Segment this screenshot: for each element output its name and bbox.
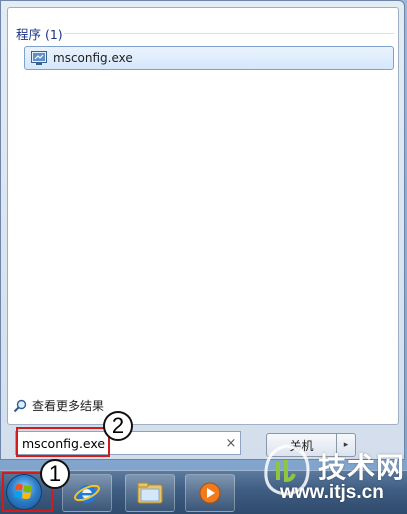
media-player-icon — [199, 482, 221, 504]
taskbar-internet-explorer[interactable] — [62, 474, 112, 512]
shutdown-button[interactable]: 关机 — [266, 433, 337, 457]
result-item-label: msconfig.exe — [53, 51, 133, 65]
search-highlight-box — [16, 427, 110, 457]
see-more-results-link[interactable]: 查看更多结果 — [13, 397, 104, 414]
taskbar-media-player[interactable] — [185, 474, 235, 512]
programs-section-header: 程序 (1) — [16, 27, 63, 42]
see-more-label: 查看更多结果 — [32, 399, 105, 413]
clear-search-icon[interactable]: × — [222, 436, 240, 451]
step-2-callout: 2 — [103, 411, 133, 441]
section-divider — [64, 33, 394, 34]
magnifier-icon — [13, 399, 27, 412]
step-1-callout: 1 — [40, 459, 70, 489]
screen: 程序 (1) msconfig.exe 查看更多结果 msconfig.exe — [0, 0, 407, 514]
ie-icon — [74, 484, 100, 503]
taskbar-windows-explorer[interactable] — [125, 474, 175, 512]
start-menu: 程序 (1) msconfig.exe 查看更多结果 msconfig.exe — [0, 0, 405, 460]
shutdown-split-button: 关机 ▸ — [266, 433, 356, 457]
folder-icon — [137, 482, 163, 504]
shutdown-options-button[interactable]: ▸ — [337, 433, 356, 457]
result-item-msconfig[interactable]: msconfig.exe — [24, 46, 394, 70]
shutdown-label: 关机 — [289, 438, 314, 453]
search-results-pane: 程序 (1) msconfig.exe — [7, 7, 399, 425]
chevron-right-icon: ▸ — [343, 440, 349, 450]
system-config-icon — [31, 51, 47, 65]
